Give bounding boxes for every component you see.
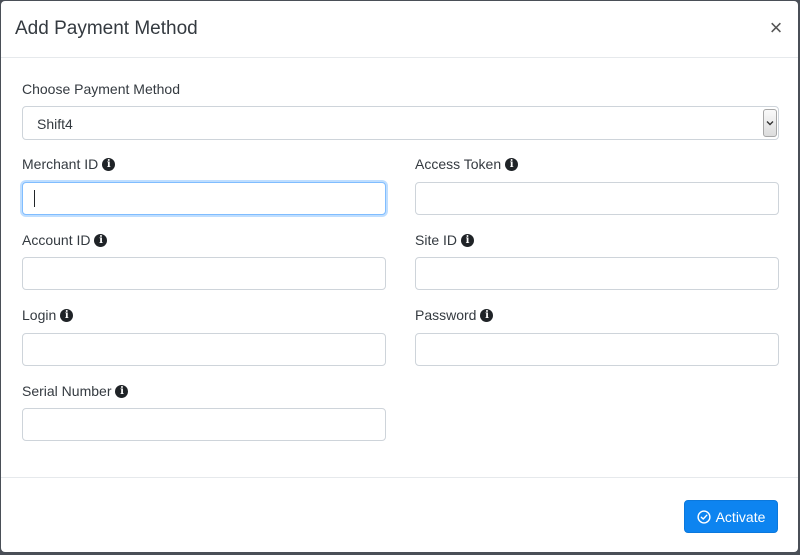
merchant-id-input[interactable]: [22, 182, 386, 215]
close-button[interactable]: ×: [766, 17, 786, 39]
site-id-label: Site ID i: [415, 232, 475, 248]
info-icon[interactable]: i: [102, 157, 116, 171]
info-icon[interactable]: i: [505, 157, 519, 171]
info-icon[interactable]: i: [115, 384, 129, 398]
access-token-label: Access Token i: [415, 156, 519, 172]
add-payment-method-modal: Add Payment Method × Choose Payment Meth…: [1, 1, 798, 552]
chevron-down-icon[interactable]: [763, 109, 777, 137]
account-id-input[interactable]: [22, 257, 386, 290]
password-input[interactable]: [415, 333, 779, 366]
modal-footer: Activate: [1, 477, 798, 533]
merchant-id-label-text: Merchant ID: [22, 156, 99, 172]
info-icon[interactable]: i: [60, 308, 74, 322]
info-icon[interactable]: i: [94, 233, 108, 247]
serial-number-label: Serial Number i: [22, 383, 129, 399]
payment-method-select[interactable]: Shift4: [22, 106, 779, 140]
serial-number-input[interactable]: [22, 408, 386, 441]
modal-title: Add Payment Method: [15, 18, 198, 39]
activate-button-label: Activate: [715, 508, 766, 525]
site-id-input[interactable]: [415, 257, 779, 290]
password-label-text: Password: [415, 307, 477, 323]
info-icon[interactable]: i: [480, 308, 494, 322]
modal-header: Add Payment Method ×: [1, 1, 798, 58]
merchant-id-label: Merchant ID i: [22, 156, 116, 172]
serial-number-label-text: Serial Number: [22, 383, 112, 399]
access-token-label-text: Access Token: [415, 156, 502, 172]
payment-method-selected-value: Shift4: [37, 116, 73, 132]
check-circle-icon: [696, 509, 711, 524]
login-input[interactable]: [22, 333, 386, 366]
access-token-input[interactable]: [415, 182, 779, 215]
info-icon[interactable]: i: [461, 233, 475, 247]
account-id-label: Account ID i: [22, 232, 108, 248]
payment-method-label: Choose Payment Method: [22, 81, 180, 97]
password-label: Password i: [415, 307, 494, 323]
account-id-label-text: Account ID: [22, 232, 91, 248]
site-id-label-text: Site ID: [415, 232, 458, 248]
text-cursor: [34, 190, 35, 207]
login-label-text: Login: [22, 307, 57, 323]
login-label: Login i: [22, 307, 74, 323]
activate-button[interactable]: Activate: [684, 500, 778, 533]
payment-method-label-text: Choose Payment Method: [22, 81, 180, 97]
